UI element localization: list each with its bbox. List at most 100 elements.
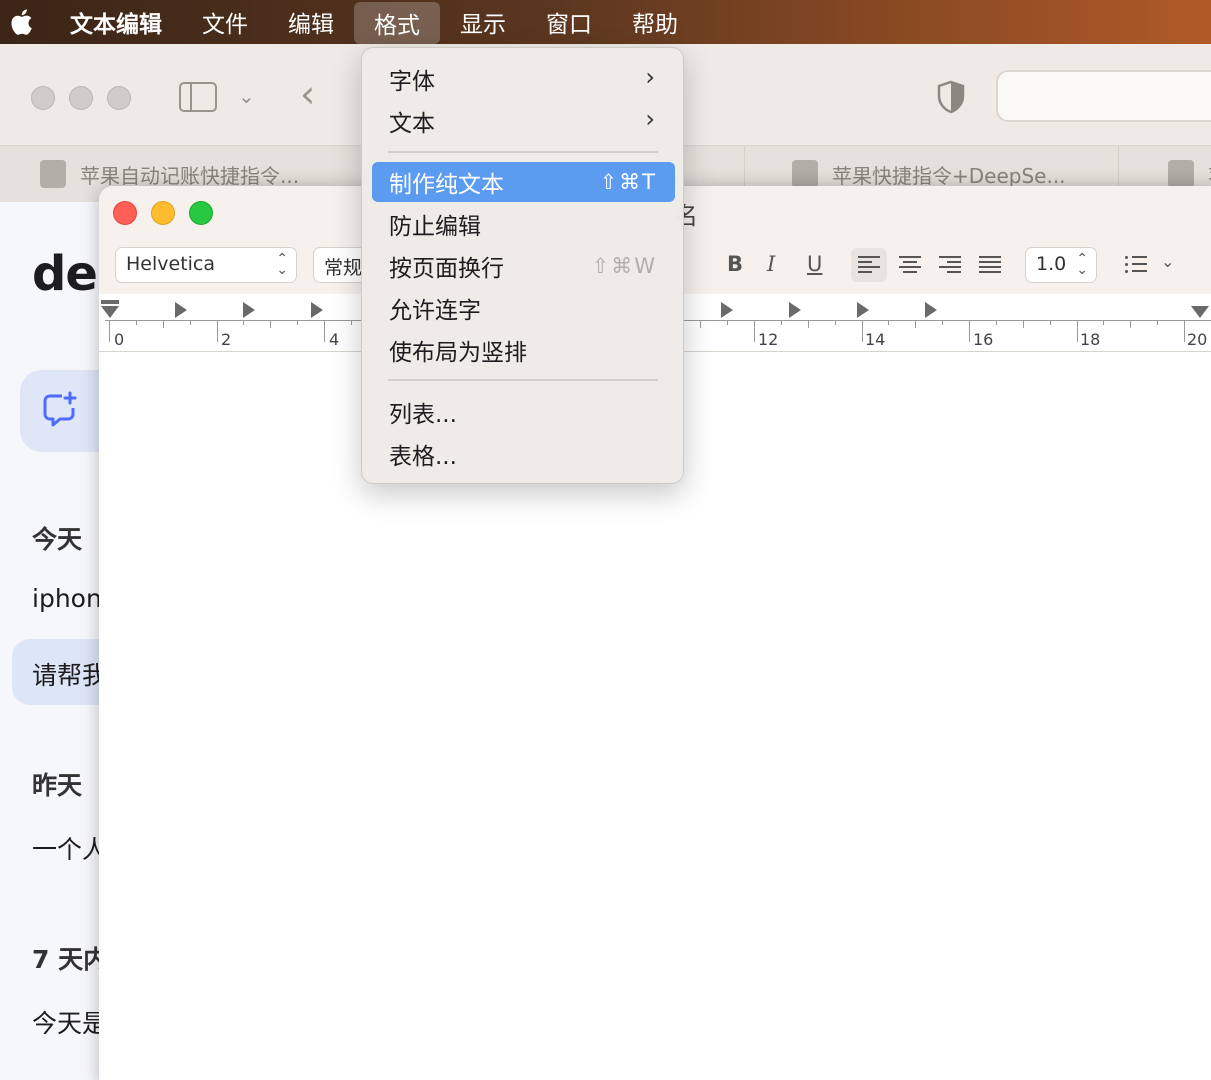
document-icon: [792, 160, 818, 188]
apple-logo-icon[interactable]: [0, 0, 42, 44]
ruler-tick: [700, 320, 702, 328]
ruler-label: 18: [1080, 330, 1101, 349]
tab-stop-marker[interactable]: [243, 302, 255, 318]
font-style-value: 常规: [324, 257, 363, 279]
chat-item[interactable]: 一个人: [32, 830, 107, 866]
ruler-tick: [915, 320, 917, 328]
menu-edit[interactable]: 编辑: [268, 0, 354, 44]
font-family-select[interactable]: Helvetica ⌃ ⌄: [115, 247, 297, 283]
tab-stop-marker[interactable]: [925, 302, 937, 318]
ruler-tick: [861, 320, 863, 342]
menu-item-label: 使布局为竖排: [389, 340, 527, 366]
address-bar[interactable]: [996, 70, 1211, 122]
site-logo: de: [32, 246, 98, 302]
menu-item-label: 列表...: [389, 402, 457, 428]
menu-item-list[interactable]: 列表...: [372, 392, 675, 432]
ruler-label: 14: [865, 330, 886, 349]
ruler-tick: [1184, 320, 1185, 342]
ruler-tick: [216, 320, 218, 342]
shield-icon[interactable]: [937, 80, 965, 114]
sidebar-toggle-icon[interactable]: [179, 82, 217, 112]
menu-format[interactable]: 格式: [354, 1, 440, 44]
menu-item-label: 按页面换行: [389, 256, 504, 282]
menu-item-wrap-to-page[interactable]: 按页面换行 ⇧⌘W: [372, 246, 675, 286]
menu-item-text[interactable]: 文本 ›: [372, 101, 675, 141]
menu-separator: [388, 151, 658, 153]
menu-item-vertical-layout[interactable]: 使布局为竖排: [372, 330, 675, 370]
ruler-label: 0: [114, 330, 125, 349]
inactive-close-button[interactable]: [31, 86, 55, 110]
tab-stop-marker[interactable]: [721, 302, 733, 318]
ruler-tick: [1157, 320, 1159, 325]
tab-stop-marker[interactable]: [175, 302, 187, 318]
chevron-right-icon: ›: [645, 63, 655, 91]
ruler-tick: [270, 320, 272, 328]
align-left-icon: [858, 256, 880, 274]
ruler-label: 4: [329, 330, 340, 349]
section-yesterday: 昨天: [32, 771, 83, 800]
chevron-right-icon: ›: [645, 105, 655, 133]
align-center-icon[interactable]: [899, 256, 921, 274]
menu-item-font[interactable]: 字体 ›: [372, 59, 675, 99]
line-spacing-value: 1.0: [1036, 253, 1067, 275]
menu-item-prevent-editing[interactable]: 防止编辑: [372, 204, 675, 244]
ruler-tick: [189, 320, 191, 325]
menu-item-allow-ligatures[interactable]: 允许连字: [372, 288, 675, 328]
menu-window[interactable]: 窗口: [526, 0, 612, 44]
line-spacing-select[interactable]: 1.0 ⌃ ⌄: [1025, 247, 1097, 283]
tab-stop-marker[interactable]: [857, 302, 869, 318]
ruler-label: 20: [1187, 330, 1208, 349]
inactive-zoom-button[interactable]: [107, 86, 131, 110]
align-justify-icon[interactable]: [979, 256, 1001, 274]
tab-stop-marker[interactable]: [789, 302, 801, 318]
left-indent-marker[interactable]: [101, 306, 119, 318]
menu-item-label: 文本: [389, 111, 435, 137]
ruler-tick: [888, 320, 890, 325]
section-seven-days: 7 天内: [32, 945, 109, 974]
right-indent-marker[interactable]: [1191, 306, 1209, 318]
tab-label: 苹果自动记账快捷指令...: [80, 163, 300, 188]
align-right-icon[interactable]: [939, 256, 961, 274]
ruler-tick: [780, 320, 782, 325]
menu-help[interactable]: 帮助: [612, 0, 698, 44]
first-line-indent-marker[interactable]: [101, 300, 119, 304]
document-icon: [40, 160, 66, 188]
italic-button[interactable]: I: [767, 252, 775, 276]
chat-item[interactable]: 今天是: [32, 1004, 107, 1040]
align-left-button[interactable]: [851, 248, 887, 282]
menu-item-table[interactable]: 表格...: [372, 434, 675, 474]
tab-label: 苹果快捷指令+DeepSe...: [832, 163, 1066, 188]
inactive-minimize-button[interactable]: [69, 86, 93, 110]
new-chat-icon: [43, 391, 77, 427]
ruler-tick: [243, 320, 245, 325]
list-bullets-icon[interactable]: [1125, 256, 1147, 274]
menu-item-make-plain-text[interactable]: 制作纯文本 ⇧⌘T: [372, 162, 675, 202]
chevron-down-icon[interactable]: ⌄: [238, 84, 255, 108]
ruler-tick: [162, 320, 164, 328]
ruler-label: 16: [973, 330, 994, 349]
ruler-tick: [1049, 320, 1051, 325]
menu-item-label: 字体: [389, 69, 435, 95]
menu-view[interactable]: 显示: [440, 0, 526, 44]
ruler-tick: [324, 320, 325, 342]
menu-item-shortcut: ⇧⌘W: [591, 254, 657, 278]
ruler-tick: [834, 320, 836, 325]
underline-button[interactable]: U: [807, 252, 822, 276]
updown-chevron-icon: ⌃ ⌄: [276, 251, 288, 278]
close-button[interactable]: [113, 201, 137, 225]
chat-item[interactable]: 请帮我: [32, 656, 107, 692]
chat-item[interactable]: iphon: [32, 584, 102, 613]
bold-button[interactable]: B: [727, 252, 743, 276]
font-family-value: Helvetica: [126, 253, 216, 275]
menu-app-name[interactable]: 文本编辑: [42, 0, 182, 44]
tab-stop-marker[interactable]: [311, 302, 323, 318]
ruler-tick: [754, 320, 755, 342]
menu-file[interactable]: 文件: [182, 0, 268, 44]
menu-item-label: 表格...: [389, 444, 457, 470]
back-arrow-icon[interactable]: ‹: [300, 72, 315, 116]
ruler-tick: [995, 320, 997, 325]
minimize-button[interactable]: [151, 201, 175, 225]
chevron-down-icon[interactable]: ⌄: [1161, 252, 1174, 271]
menu-item-label: 防止编辑: [389, 214, 481, 240]
zoom-button[interactable]: [189, 201, 213, 225]
